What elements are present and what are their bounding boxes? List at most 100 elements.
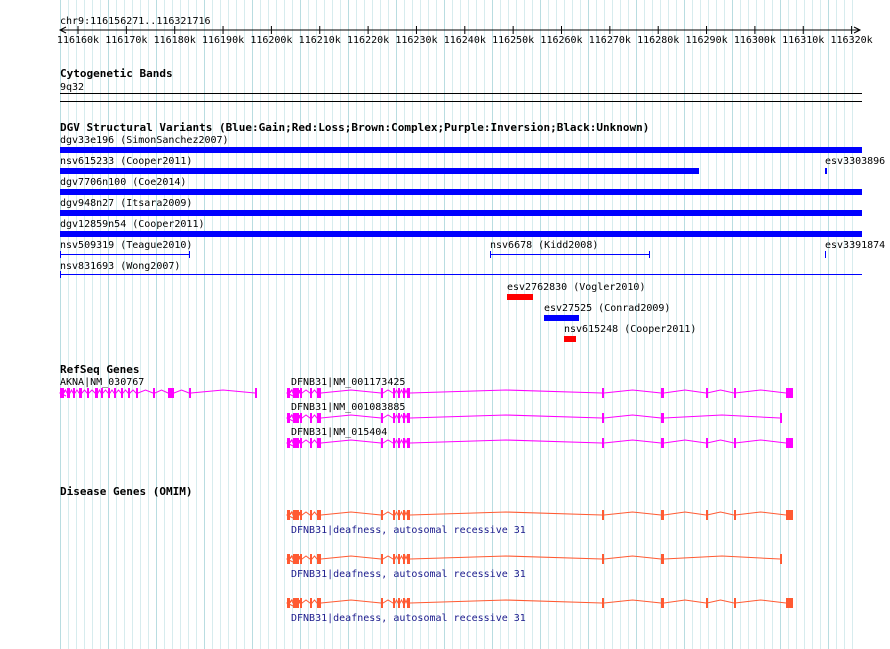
gene-exon (300, 413, 302, 423)
gene-exon (780, 413, 782, 423)
gene-exon (786, 510, 793, 520)
gene-exon (403, 388, 405, 398)
gene-exon (734, 388, 736, 398)
gene-exon (403, 413, 405, 423)
gene-exon (317, 510, 321, 520)
gene-exon (300, 554, 302, 564)
gene-exon (310, 388, 312, 398)
gene-exon (128, 388, 130, 398)
gene-exon (317, 413, 321, 423)
gene-exon (67, 388, 70, 398)
gene-exon (661, 598, 664, 608)
gene-exon (706, 438, 708, 448)
genome-browser-panel: chr9:116156271..116321716 116160k 116170k… (0, 0, 890, 649)
gene-exon (602, 388, 604, 398)
gene-exon (310, 598, 312, 608)
gene-exon (300, 438, 302, 448)
gene-intron (289, 510, 787, 516)
gene-exon (706, 598, 708, 608)
gene-exon (661, 510, 664, 520)
gene-exon (393, 438, 395, 448)
gene-exon (381, 554, 383, 564)
gene-exon (300, 388, 302, 398)
gene-exon (398, 510, 400, 520)
gene-exon (310, 413, 312, 423)
gene-exon (393, 388, 395, 398)
gene-exon (602, 438, 604, 448)
gene-exon (403, 438, 405, 448)
gene-exon (255, 388, 257, 398)
gene-exon (661, 438, 664, 448)
gene-exon (403, 598, 405, 608)
gene-exon (661, 388, 664, 398)
gene-exon (407, 510, 410, 520)
gene-exon (310, 510, 312, 520)
gene-exon (398, 388, 400, 398)
gene-exon (293, 510, 299, 520)
gene-exon (310, 554, 312, 564)
gene-exon (79, 388, 82, 398)
gene-intron (63, 388, 256, 394)
gene-models (58, 388, 793, 608)
gene-exon (73, 388, 75, 398)
gene-exon (108, 388, 110, 398)
gene-exon (602, 598, 604, 608)
gene-exon (706, 388, 708, 398)
gene-exon (661, 554, 664, 564)
gene-exon (189, 388, 191, 398)
gene-exon (168, 388, 174, 398)
gene-exon (398, 413, 400, 423)
gene-exon (602, 413, 604, 423)
gene-exon (706, 510, 708, 520)
gene-exon (786, 388, 793, 398)
gene-exon (602, 554, 604, 564)
gene-exon (293, 598, 299, 608)
gene-exon (114, 388, 116, 398)
gene-exon (393, 554, 395, 564)
gene-exon (317, 438, 321, 448)
gene-exon (786, 598, 793, 608)
gene-intron (289, 554, 781, 560)
gene-exon (407, 598, 410, 608)
gene-exon (734, 438, 736, 448)
gene-exon (87, 388, 89, 398)
gene-exon (101, 388, 103, 398)
gene-exon (121, 388, 123, 398)
gene-intron (289, 413, 781, 419)
gene-exon (300, 598, 302, 608)
gene-exon (381, 598, 383, 608)
gene-exon (293, 554, 299, 564)
gene-exon (153, 388, 155, 398)
gene-exon (393, 413, 395, 423)
gene-exon (300, 510, 302, 520)
gene-exon (661, 413, 664, 423)
gene-exon (398, 598, 400, 608)
gene-exon (398, 554, 400, 564)
gene-exon (786, 438, 793, 448)
gene-exon (95, 388, 98, 398)
gene-exon (407, 388, 410, 398)
gene-exon (393, 598, 395, 608)
gene-exon (398, 438, 400, 448)
gene-exon (407, 554, 410, 564)
gene-exon (780, 554, 782, 564)
gene-exon (602, 510, 604, 520)
gene-exon (403, 510, 405, 520)
gene-exon (407, 413, 410, 423)
gene-intron (289, 388, 787, 394)
gene-exon (136, 388, 138, 398)
gene-exon (317, 388, 321, 398)
gene-exon (407, 438, 410, 448)
gene-exon (734, 598, 736, 608)
gene-intron (289, 438, 787, 444)
gene-exon (381, 413, 383, 423)
gene-exon (317, 554, 321, 564)
gene-exon (317, 598, 321, 608)
gene-intron (289, 598, 787, 604)
gene-exon (293, 388, 299, 398)
gene-exon (310, 438, 312, 448)
gene-exon (381, 438, 383, 448)
gene-exon (381, 388, 383, 398)
gene-exon (734, 510, 736, 520)
gene-exon (403, 554, 405, 564)
